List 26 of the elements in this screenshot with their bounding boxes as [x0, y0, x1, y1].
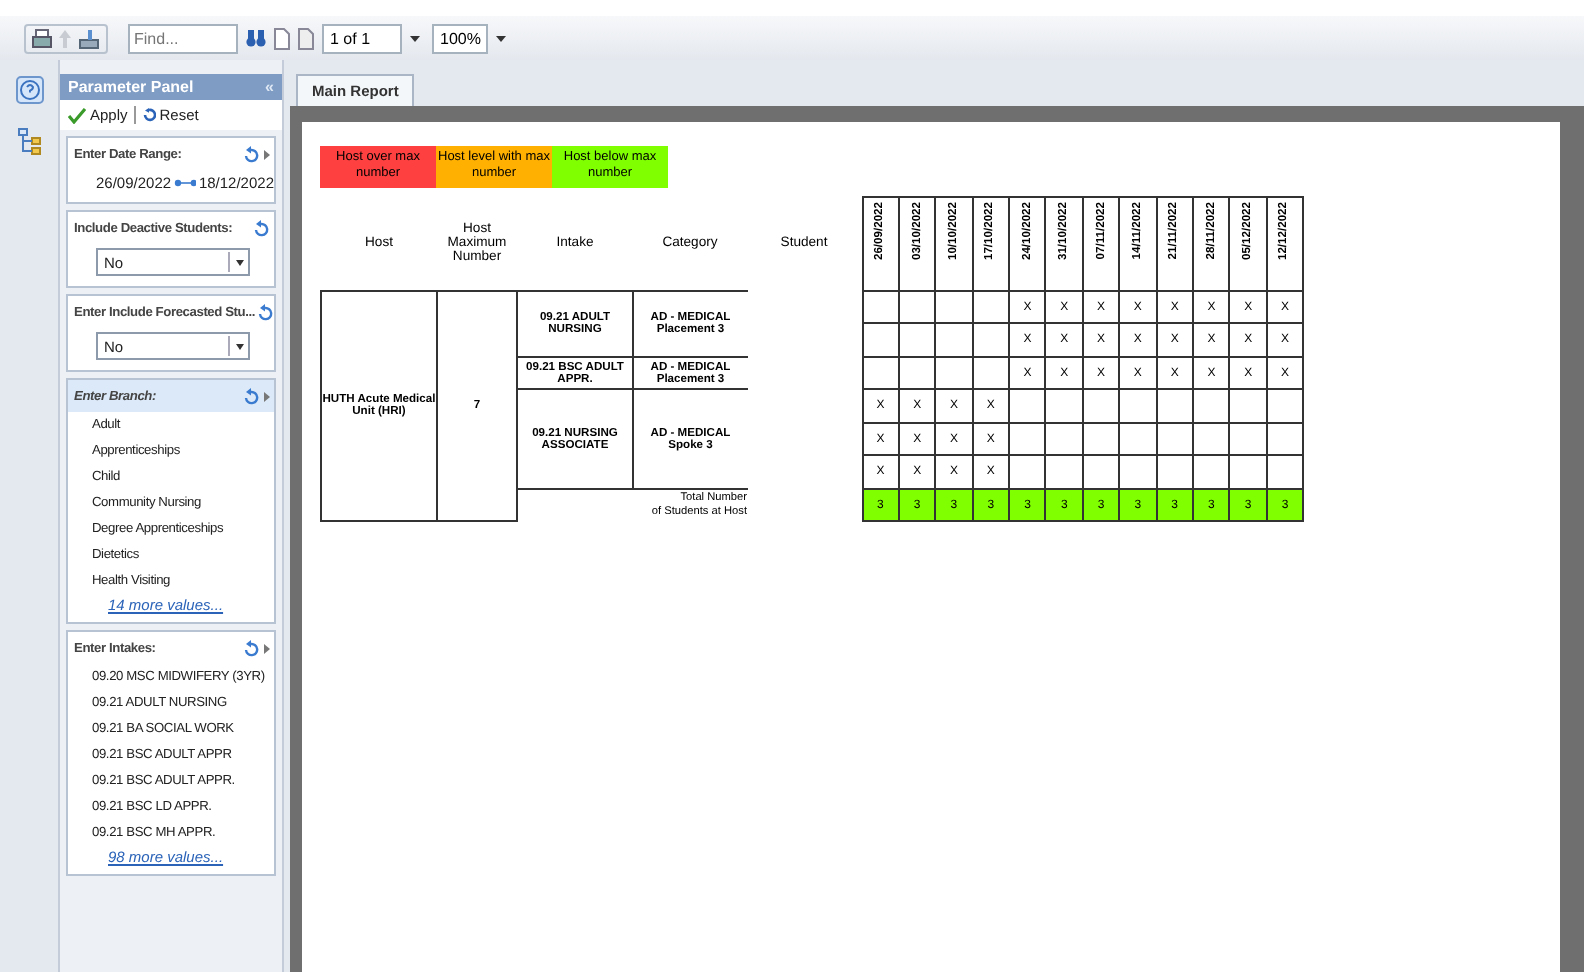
dropdown-arrow-icon[interactable]	[410, 35, 420, 41]
find-field[interactable]: Find...	[128, 23, 238, 53]
expand-arrow-icon[interactable]	[264, 644, 270, 654]
range-slider-icon	[173, 178, 197, 188]
panel-title: Parameter Panel	[68, 78, 194, 96]
binoculars-icon[interactable]	[246, 29, 266, 47]
refresh-icon[interactable]	[242, 146, 260, 164]
expand-arrow-icon[interactable]	[264, 392, 270, 402]
expand-arrow-icon[interactable]	[264, 150, 270, 160]
page-icon[interactable]	[298, 27, 314, 49]
dropdown-arrow-icon[interactable]	[235, 259, 243, 265]
dropdown-arrow-icon[interactable]	[496, 35, 506, 41]
refresh-icon[interactable]	[255, 304, 274, 322]
dropdown-arrow-icon[interactable]	[235, 343, 243, 349]
export-icon[interactable]	[78, 27, 100, 49]
page-icon[interactable]	[274, 27, 290, 49]
zoom-field[interactable]: 100%	[432, 23, 488, 53]
undo-icon	[141, 108, 156, 122]
checkmark-icon	[68, 107, 86, 123]
tree-icon[interactable]	[17, 128, 41, 156]
page-field[interactable]: 1 of 1	[322, 23, 402, 53]
refresh-icon[interactable]	[252, 220, 270, 238]
print-icon[interactable]	[32, 27, 52, 49]
refresh-icon[interactable]	[242, 388, 260, 406]
refresh-icon[interactable]	[242, 640, 260, 658]
help-icon[interactable]	[15, 76, 43, 104]
